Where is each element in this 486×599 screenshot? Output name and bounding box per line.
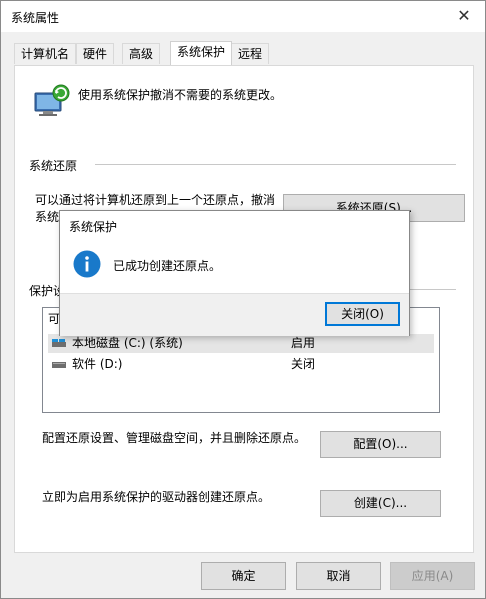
list-item[interactable]: 软件 (D:) 关闭 [48,355,434,374]
drive-icon [52,362,66,368]
system-restore-section-label: 系统还原 [29,157,78,174]
divider [95,164,456,165]
list-item[interactable]: 本地磁盘 (C:) (系统) 启用 [48,334,434,353]
cancel-button[interactable]: 取消 [296,562,381,590]
drive-protection-status: 启用 [291,336,316,350]
system-drive-icon [52,339,66,347]
header-text: 使用系统保护撤消不需要的系统更改。 [78,88,283,102]
window-title: 系统属性 [11,11,60,25]
dialog-title: 系统保护 [69,220,118,234]
drive-protection-status: 关闭 [291,357,316,371]
tab-remote[interactable]: 远程 [231,43,270,64]
dialog-body: 已成功创建还原点。 [60,239,409,293]
drive-name: 本地磁盘 (C:) (系统) [72,336,183,350]
configure-description: 配置还原设置、管理磁盘空间，并且删除还原点。 [42,431,307,445]
ok-button[interactable]: 确定 [201,562,286,590]
restore-description-line2: 系统 [35,210,60,224]
drive-name: 软件 (D:) [72,357,123,371]
configure-button[interactable]: 配置(O)... [320,431,441,458]
tab-system-protection[interactable]: 系统保护 [170,41,233,65]
tab-computer-name[interactable]: 计算机名 [14,43,77,64]
system-protection-dialog: 系统保护 已成功创建还原点。 关闭(O) [59,210,410,336]
tab-advanced[interactable]: 高级 [122,43,161,64]
dialog-title-bar: 系统保护 [60,211,409,239]
tab-hardware[interactable]: 硬件 [76,43,115,64]
dialog-message: 已成功创建还原点。 [113,259,222,273]
close-icon[interactable]: ✕ [451,5,477,27]
create-button[interactable]: 创建(C)... [320,490,441,517]
info-icon [73,250,101,278]
create-description: 立即为启用系统保护的驱动器创建还原点。 [42,490,271,504]
system-protection-icon [34,84,70,116]
dialog-close-button[interactable]: 关闭(O) [325,302,400,326]
apply-button[interactable]: 应用(A) [390,562,475,590]
title-bar: 系统属性 ✕ [1,1,485,32]
dialog-footer: 关闭(O) [60,293,409,336]
restore-description-line1: 可以通过将计算机还原到上一个还原点，撤消 [35,193,276,207]
